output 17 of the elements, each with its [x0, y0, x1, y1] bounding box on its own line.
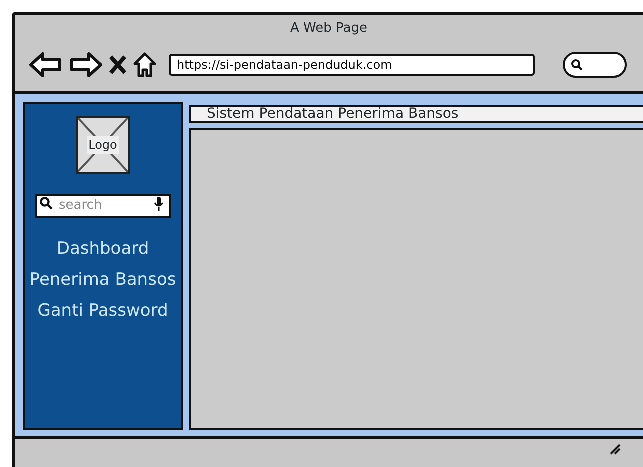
home-icon[interactable]	[133, 52, 157, 78]
page-header: Sistem Pendataan Penerima Bansos	[189, 105, 643, 123]
nav-link[interactable]: Dashboard	[30, 236, 176, 263]
close-icon[interactable]	[109, 55, 127, 75]
back-icon[interactable]	[29, 52, 63, 78]
search-field[interactable]	[563, 52, 627, 78]
search-icon	[40, 197, 53, 210]
nav-link[interactable]: Ganti Password	[30, 298, 176, 325]
search-icon	[571, 59, 583, 71]
window-title: A Web Page	[290, 20, 368, 38]
logo-label: Logo	[86, 136, 120, 154]
resize-grip-icon[interactable]	[609, 443, 621, 455]
forward-icon[interactable]	[69, 52, 103, 78]
microphone-icon[interactable]	[154, 197, 164, 211]
nav-link[interactable]: Penerima Bansos	[30, 267, 176, 294]
address-field[interactable]: https://si-pendataan-penduduk.com	[169, 54, 535, 76]
search-field[interactable]: search	[35, 194, 171, 218]
